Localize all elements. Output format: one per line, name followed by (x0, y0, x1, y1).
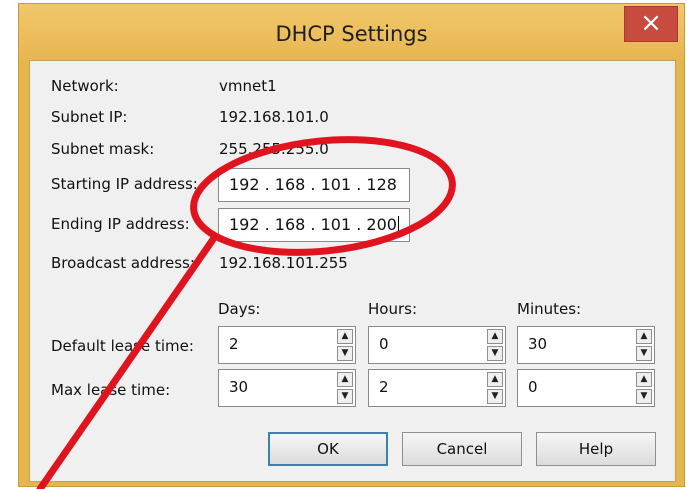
default-hours-value: 0 (379, 335, 389, 353)
default-hours-stepper[interactable]: 0 ▲ ▼ (368, 326, 506, 364)
spin-up-icon[interactable]: ▲ (487, 329, 503, 344)
subnet-mask-label: Subnet mask: (51, 140, 155, 158)
spin-up-icon[interactable]: ▲ (487, 372, 503, 387)
spin-up-icon[interactable]: ▲ (636, 329, 652, 344)
ok-button[interactable]: OK (268, 432, 388, 466)
spin-down-icon[interactable]: ▼ (636, 346, 652, 361)
spin-down-icon[interactable]: ▼ (487, 389, 503, 404)
max-days-value: 30 (229, 378, 249, 396)
hours-header: Hours: (368, 300, 417, 318)
help-button[interactable]: Help (536, 432, 656, 466)
max-hours-stepper[interactable]: 2 ▲ ▼ (368, 369, 506, 407)
max-minutes-value: 0 (528, 378, 538, 396)
subnet-mask-value: 255.255.255.0 (219, 140, 329, 158)
default-days-value: 2 (229, 335, 239, 353)
spin-up-icon[interactable]: ▲ (337, 372, 353, 387)
max-hours-value: 2 (379, 378, 389, 396)
max-days-stepper[interactable]: 30 ▲ ▼ (218, 369, 356, 407)
default-minutes-stepper[interactable]: 30 ▲ ▼ (517, 326, 655, 364)
starting-ip-input[interactable]: 192 . 168 . 101 . 128 (218, 168, 410, 202)
title-bar[interactable]: DHCP Settings × (19, 4, 684, 60)
spin-down-icon[interactable]: ▼ (636, 389, 652, 404)
cancel-button[interactable]: Cancel (402, 432, 522, 466)
subnet-ip-value: 192.168.101.0 (219, 108, 329, 126)
spin-up-icon[interactable]: ▲ (337, 329, 353, 344)
ending-ip-text: 192 . 168 . 101 . 200 (229, 215, 397, 234)
ending-ip-label: Ending IP address: (51, 215, 190, 233)
network-value: vmnet1 (219, 77, 277, 95)
default-lease-label: Default lease time: (51, 337, 194, 355)
dialog-client-area: Network: vmnet1 Subnet IP: 192.168.101.0… (29, 60, 676, 482)
close-icon: × (640, 8, 662, 38)
max-minutes-stepper[interactable]: 0 ▲ ▼ (517, 369, 655, 407)
spin-down-icon[interactable]: ▼ (337, 346, 353, 361)
default-minutes-value: 30 (528, 335, 548, 353)
network-label: Network: (51, 77, 119, 95)
starting-ip-label: Starting IP address: (51, 175, 198, 193)
spin-down-icon[interactable]: ▼ (487, 346, 503, 361)
subnet-ip-label: Subnet IP: (51, 108, 128, 126)
close-button[interactable]: × (624, 6, 678, 42)
max-lease-label: Max lease time: (51, 381, 171, 399)
text-caret (397, 215, 399, 236)
starting-ip-text: 192 . 168 . 101 . 128 (229, 175, 397, 194)
minutes-header: Minutes: (517, 300, 582, 318)
default-days-stepper[interactable]: 2 ▲ ▼ (218, 326, 356, 364)
ending-ip-input[interactable]: 192 . 168 . 101 . 200 (218, 208, 410, 242)
dhcp-settings-window: DHCP Settings × Network: vmnet1 Subnet I… (18, 3, 685, 487)
spin-up-icon[interactable]: ▲ (636, 372, 652, 387)
broadcast-label: Broadcast address: (51, 254, 195, 272)
days-header: Days: (218, 300, 261, 318)
broadcast-value: 192.168.101.255 (219, 254, 348, 272)
spin-down-icon[interactable]: ▼ (337, 389, 353, 404)
window-title: DHCP Settings (275, 22, 428, 46)
